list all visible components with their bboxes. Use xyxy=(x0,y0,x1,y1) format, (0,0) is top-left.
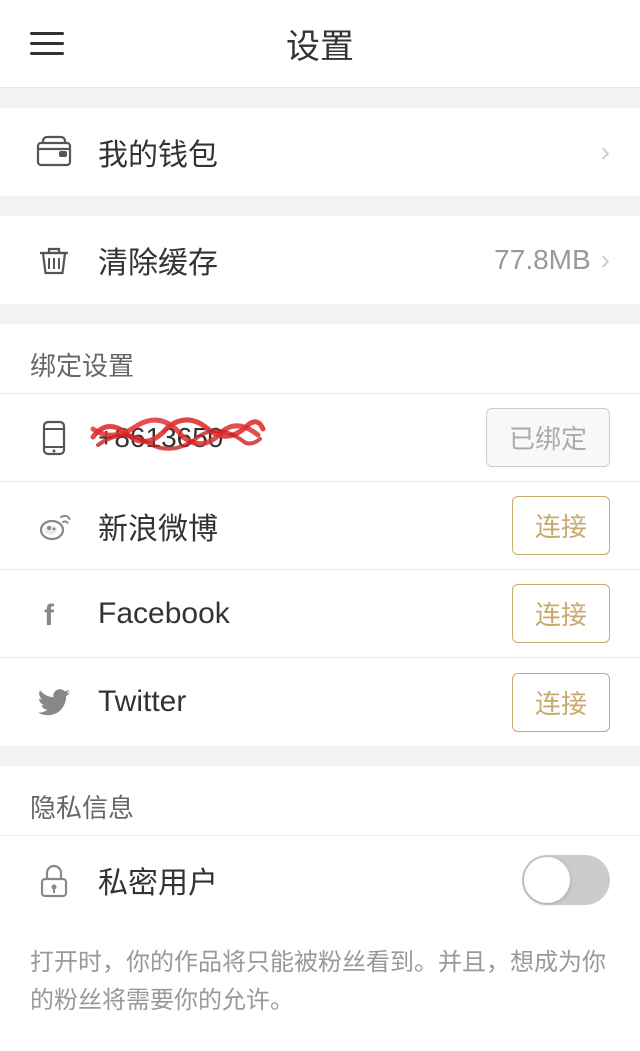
weibo-connect-button[interactable]: 连接 xyxy=(512,496,610,555)
hamburger-line-1 xyxy=(30,32,64,35)
bind-section-label: 绑定设置 xyxy=(0,324,640,394)
bind-settings-section: 绑定设置 +8613650 已绑定 xyxy=(0,324,640,746)
wallet-section: 我的钱包 › xyxy=(0,108,640,196)
lock-icon xyxy=(30,861,78,899)
twitter-icon xyxy=(30,683,78,721)
phone-row: +8613650 已绑定 xyxy=(0,394,640,482)
page-title: 设置 xyxy=(286,19,354,68)
privacy-section: 隐私信息 私密用户 xyxy=(0,766,640,924)
section-divider-1 xyxy=(0,88,640,108)
facebook-icon: f xyxy=(30,595,78,633)
section-divider-3 xyxy=(0,304,640,324)
cache-size: 77.8MB xyxy=(494,244,591,276)
privacy-description: 打开时，你的作品将只能被粉丝看到。并且，想成为你的粉丝将需要你的允许。 xyxy=(0,924,640,1051)
phone-bound-button: 已绑定 xyxy=(486,408,610,467)
trash-icon xyxy=(30,241,78,279)
facebook-label: Facebook xyxy=(98,597,512,631)
facebook-connect-button[interactable]: 连接 xyxy=(512,584,610,643)
clear-cache-section: 清除缓存 77.8MB › xyxy=(0,216,640,304)
phone-scribble: +8613650 xyxy=(98,421,223,455)
wallet-row[interactable]: 我的钱包 › xyxy=(0,108,640,196)
private-user-row: 私密用户 xyxy=(0,836,640,924)
phone-num-text: +8613650 xyxy=(98,422,223,453)
phone-icon xyxy=(30,419,78,457)
private-user-toggle[interactable] xyxy=(522,855,610,905)
section-divider-4 xyxy=(0,746,640,766)
section-divider-2 xyxy=(0,196,640,216)
phone-number: +8613650 xyxy=(98,421,486,455)
privacy-section-label: 隐私信息 xyxy=(0,766,640,836)
wallet-label: 我的钱包 xyxy=(98,130,601,174)
svg-text:f: f xyxy=(44,599,55,632)
wallet-chevron: › xyxy=(601,136,610,168)
weibo-icon xyxy=(30,507,78,545)
clear-cache-label: 清除缓存 xyxy=(98,238,494,282)
menu-button[interactable] xyxy=(30,32,64,55)
weibo-label: 新浪微博 xyxy=(98,504,512,548)
twitter-row: Twitter 连接 xyxy=(0,658,640,746)
header: 设置 xyxy=(0,0,640,88)
facebook-row: f Facebook 连接 xyxy=(0,570,640,658)
weibo-row: 新浪微博 连接 xyxy=(0,482,640,570)
clear-cache-row[interactable]: 清除缓存 77.8MB › xyxy=(0,216,640,304)
private-user-label: 私密用户 xyxy=(98,858,522,902)
twitter-label: Twitter xyxy=(98,685,512,719)
hamburger-line-3 xyxy=(30,52,64,55)
toggle-thumb xyxy=(524,857,570,903)
cache-chevron: › xyxy=(601,244,610,276)
twitter-connect-button[interactable]: 连接 xyxy=(512,673,610,732)
wallet-icon xyxy=(30,133,78,171)
hamburger-line-2 xyxy=(30,42,64,45)
